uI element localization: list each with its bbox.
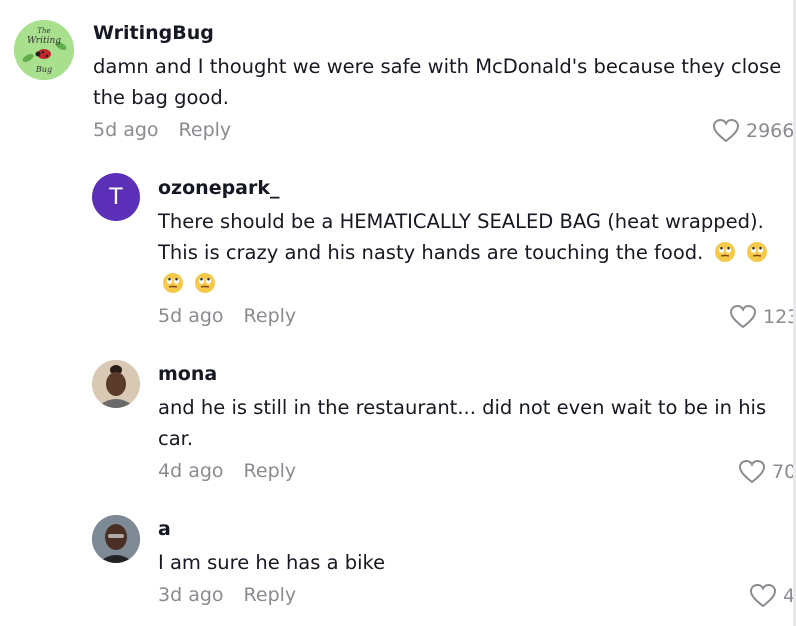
like-button[interactable]: 4 [749,583,795,609]
like-count: 123 [763,306,796,328]
heart-icon [738,459,766,484]
avatar[interactable] [92,360,140,408]
face-with-rolling-eyes-emoji [195,273,216,293]
reply-button[interactable]: Reply [179,119,232,141]
heart-icon [712,118,740,143]
timestamp: 5d ago [93,119,159,141]
comment-text: and he is still in the restaurant... did… [158,396,767,450]
avatar-text-1: The [37,27,50,35]
avatar-letter: T [108,183,124,210]
reply-button[interactable]: Reply [244,584,297,606]
avatar[interactable]: The Writing Bug [14,20,74,80]
heart-icon [749,583,777,608]
comment-meta: 3d ago Reply [158,584,296,606]
avatar-text-2: Writing [27,36,61,46]
comment-meta: 4d ago Reply [158,460,296,482]
like-button[interactable]: 123 [729,304,796,330]
like-count: 2966 [746,120,795,142]
username[interactable]: WritingBug [93,22,214,44]
comment-meta: 5d ago Reply [158,305,296,327]
reply-button[interactable]: Reply [244,305,297,327]
timestamp: 3d ago [158,584,224,606]
username[interactable]: a [158,518,171,540]
face-with-rolling-eyes-emoji [746,242,767,262]
face-with-rolling-eyes-emoji [163,273,183,293]
comment-text: I am sure he has a bike [158,551,386,574]
comment-text-body: There should be a HEMATICALLY SEALED BAG… [158,210,764,264]
comment-text: damn and I thought we were safe with McD… [93,55,782,109]
avatar[interactable] [92,515,140,563]
reply-button[interactable]: Reply [244,460,297,482]
comment-text: There should be a HEMATICALLY SEALED BAG… [158,206,794,299]
username[interactable]: ozonepark_ [158,177,280,199]
like-button[interactable]: 70 [738,459,796,485]
timestamp: 5d ago [158,305,224,327]
avatar-text-3: Bug [35,65,52,74]
heart-icon [729,304,757,329]
face-with-rolling-eyes-emoji [714,242,735,262]
like-button[interactable]: 2966 [712,118,794,144]
timestamp: 4d ago [158,460,224,482]
username[interactable]: mona [158,363,217,385]
comment-meta: 5d ago Reply [93,119,231,141]
avatar[interactable]: T [92,173,140,221]
